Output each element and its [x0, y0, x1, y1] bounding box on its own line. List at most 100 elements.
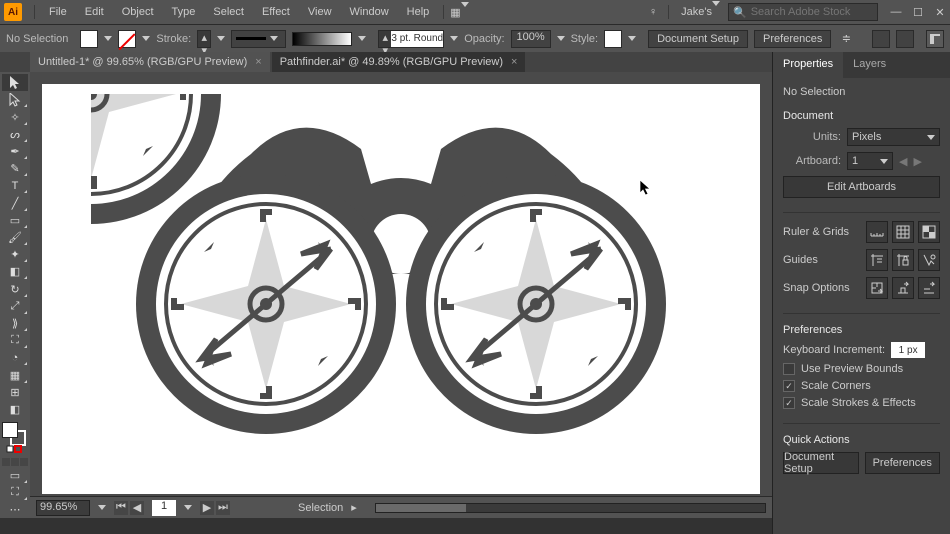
line-segment-tool[interactable]: ╱ [2, 194, 28, 211]
workspace-switcher[interactable]: Jake's [675, 6, 726, 18]
scale-corners-check[interactable]: ✓Scale Corners [783, 380, 940, 392]
check-label: Scale Corners [801, 380, 871, 392]
scale-strokes-check[interactable]: ✓Scale Strokes & Effects [783, 397, 940, 409]
zoom-level[interactable]: 99.65% [36, 500, 90, 516]
grid-icon[interactable] [892, 221, 914, 243]
preferences-button[interactable]: Preferences [754, 30, 831, 48]
magic-wand-tool[interactable]: ✧ [2, 108, 28, 125]
artboard-nav-fwd[interactable]: ▶⏭ [200, 501, 230, 515]
scale-tool[interactable]: ⤢ [2, 298, 28, 315]
keyboard-increment-input[interactable] [891, 342, 925, 358]
menu-window[interactable]: Window [342, 2, 397, 22]
transparency-grid-icon[interactable] [918, 221, 940, 243]
units-value: Pixels [852, 131, 881, 143]
shape-builder-tool[interactable]: ◔ [2, 349, 28, 366]
width-tool[interactable]: ⟫ [2, 315, 28, 332]
type-tool[interactable]: T [2, 177, 28, 194]
menu-select[interactable]: Select [205, 2, 252, 22]
search-input[interactable] [751, 6, 873, 18]
search-stock[interactable]: 🔍 [728, 3, 878, 21]
guides-lock-icon[interactable] [892, 249, 914, 271]
maximize-icon[interactable]: ☐ [912, 6, 924, 18]
opacity-label: Opacity: [464, 33, 504, 45]
fill-box[interactable] [2, 422, 18, 438]
guides-show-icon[interactable] [866, 249, 888, 271]
tab-close-icon[interactable]: × [255, 56, 261, 68]
lasso-tool[interactable]: ᔕ [2, 126, 28, 143]
perspective-grid-tool[interactable]: ▦ [2, 366, 28, 383]
snap-grid-icon[interactable] [918, 277, 940, 299]
draw-mode[interactable]: ▭ [2, 466, 28, 483]
menu-file[interactable]: File [41, 2, 75, 22]
artboard-next-icon[interactable]: ▶ [913, 155, 921, 168]
close-icon[interactable]: ✕ [934, 6, 946, 18]
tools-panel: ✧ ᔕ ✒ ✎ T ╱ ▭ 🖌 ✦ ◧ ↻ ⤢ ⟫ ⛶ ◔ ▦ ⊞ ◧ ▭ ⛶ … [0, 72, 30, 518]
fill-stroke-control[interactable] [2, 422, 28, 444]
app-logo-text: Ai [8, 7, 18, 18]
minimize-icon[interactable]: — [890, 6, 902, 18]
use-preview-bounds-check[interactable]: Use Preview Bounds [783, 363, 940, 375]
tab-layers[interactable]: Layers [843, 52, 896, 78]
artboard-number[interactable]: 1 [152, 500, 176, 516]
mesh-tool[interactable]: ⊞ [2, 384, 28, 401]
stroke-variable-width[interactable]: ▴▾ [378, 30, 444, 48]
qa-preferences-button[interactable]: Preferences [865, 452, 941, 474]
artboard-dropdown[interactable]: 1 [847, 152, 893, 170]
artboard-label: Artboard: [783, 155, 841, 167]
direct-selection-tool[interactable] [2, 91, 28, 108]
menu-help[interactable]: Help [399, 2, 438, 22]
snap-pixel-icon[interactable] [866, 277, 888, 299]
tab-pathfinder[interactable]: Pathfinder.ai* @ 49.89% (RGB/GPU Preview… [272, 52, 526, 72]
menu-object[interactable]: Object [114, 2, 162, 22]
snap-point-icon[interactable] [892, 277, 914, 299]
edit-artboards-button[interactable]: Edit Artboards [783, 176, 940, 198]
gradient-tool[interactable]: ◧ [2, 401, 28, 418]
status-chevron-icon[interactable]: ▸ [351, 501, 357, 514]
eraser-tool[interactable]: ◧ [2, 263, 28, 280]
artboard[interactable] [42, 84, 760, 494]
fill-swatch[interactable] [80, 30, 98, 48]
dock-icon-1[interactable] [872, 30, 890, 48]
expand-panels-icon[interactable] [926, 30, 944, 48]
menu-type[interactable]: Type [164, 2, 204, 22]
stroke-swatch[interactable] [118, 30, 136, 48]
align-icon[interactable]: ≑ [837, 30, 855, 48]
menu-view[interactable]: View [300, 2, 340, 22]
artboard-nav[interactable]: ⏮◀ [114, 501, 144, 515]
opacity-input[interactable]: 100% [511, 30, 551, 48]
edit-toolbar[interactable]: ⋯ [2, 501, 28, 518]
paintbrush-tool[interactable]: 🖌 [2, 229, 28, 246]
arrange-documents-icon[interactable]: ▦ [450, 6, 472, 19]
artboard-value: 1 [852, 155, 858, 167]
qa-document-setup-button[interactable]: Document Setup [783, 452, 859, 474]
selection-tool[interactable] [2, 74, 28, 91]
horizontal-scrollbar[interactable] [375, 503, 766, 513]
tab-close-icon[interactable]: × [511, 56, 517, 68]
style-swatch[interactable] [604, 30, 622, 48]
tab-untitled[interactable]: Untitled-1* @ 99.65% (RGB/GPU Preview)× [30, 52, 270, 72]
free-transform-tool[interactable]: ⛶ [2, 332, 28, 349]
rotate-tool[interactable]: ↻ [2, 280, 28, 297]
help-discover-icon[interactable]: ♀ [644, 6, 662, 18]
ruler-icon[interactable] [866, 221, 888, 243]
units-dropdown[interactable]: Pixels [847, 128, 940, 146]
stroke-weight-stepper[interactable]: ▴▾ [197, 30, 211, 48]
pen-tool[interactable]: ✒ [2, 143, 28, 160]
width-profile-input[interactable] [391, 31, 443, 47]
smart-guides-icon[interactable] [918, 249, 940, 271]
quick-actions-head: Quick Actions [783, 434, 940, 446]
artboard-prev-icon[interactable]: ◀ [899, 155, 907, 168]
dock-icon-2[interactable] [896, 30, 914, 48]
brush-definition[interactable] [292, 32, 352, 46]
menu-effect[interactable]: Effect [254, 2, 298, 22]
shaper-tool[interactable]: ✦ [2, 246, 28, 263]
tab-properties[interactable]: Properties [773, 52, 843, 78]
swap-fill-stroke[interactable] [2, 444, 28, 456]
curvature-tool[interactable]: ✎ [2, 160, 28, 177]
color-mode-buttons[interactable] [2, 458, 28, 466]
screen-mode[interactable]: ⛶ [2, 484, 28, 501]
stroke-profile[interactable] [231, 30, 286, 48]
document-setup-button[interactable]: Document Setup [648, 30, 748, 48]
rectangle-tool[interactable]: ▭ [2, 212, 28, 229]
menu-edit[interactable]: Edit [77, 2, 112, 22]
